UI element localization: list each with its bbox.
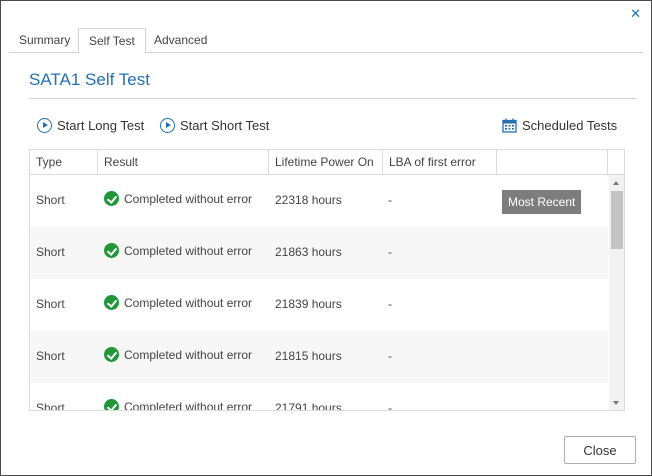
table-row[interactable]: Short Completed without error 21863 hour… — [30, 227, 608, 279]
column-header-lba[interactable]: LBA of first error — [383, 150, 497, 174]
scroll-up-arrow-icon[interactable] — [613, 181, 619, 185]
cell-power-on: 21839 hours — [275, 297, 342, 311]
table-body: Short Completed without error 22318 hour… — [30, 175, 608, 411]
start-short-test-label: Start Short Test — [180, 117, 270, 133]
cell-power-on: 21815 hours — [275, 349, 342, 363]
scrollbar-thumb[interactable] — [611, 191, 623, 249]
check-circle-icon — [104, 347, 119, 362]
check-circle-icon — [104, 399, 119, 410]
tab-advanced[interactable]: Advanced — [144, 28, 217, 53]
page-title: SATA1 Self Test — [29, 70, 150, 89]
start-long-test-button[interactable]: Start Long Test — [37, 116, 144, 134]
calendar-icon — [502, 118, 517, 133]
tab-bar: Summary Self Test Advanced — [9, 28, 643, 54]
cell-result-text: Completed without error — [124, 295, 253, 310]
table-row[interactable]: Short Completed without error 21839 hour… — [30, 279, 608, 331]
tab-summary[interactable]: Summary — [9, 28, 80, 53]
start-short-test-button[interactable]: Start Short Test — [160, 116, 269, 134]
scroll-down-arrow-icon[interactable] — [613, 401, 619, 405]
cell-power-on: 21863 hours — [275, 245, 342, 259]
cell-result-text: Completed without error — [124, 399, 253, 411]
cell-lba: - — [388, 245, 392, 259]
self-test-dialog: ✕ Summary Self Test Advanced SATA1 Self … — [0, 0, 652, 476]
table-header: Type Result Lifetime Power On LBA of fir… — [30, 150, 624, 175]
cell-type: Short — [36, 349, 65, 363]
cell-result: Completed without error — [104, 347, 252, 362]
cell-type: Short — [36, 193, 65, 207]
column-header-type[interactable]: Type — [30, 150, 98, 174]
cell-type: Short — [36, 297, 65, 311]
cell-lba: - — [388, 297, 392, 311]
check-circle-icon — [104, 191, 119, 206]
play-circle-icon — [37, 117, 52, 133]
table-row[interactable]: Short Completed without error 21791 hour… — [30, 383, 608, 411]
cell-power-on: 22318 hours — [275, 193, 342, 207]
tab-self-test[interactable]: Self Test — [78, 28, 146, 54]
cell-lba: - — [388, 401, 392, 411]
cell-lba: - — [388, 193, 392, 207]
most-recent-badge: Most Recent — [502, 190, 582, 214]
cell-lba: - — [388, 349, 392, 363]
table-row[interactable]: Short Completed without error 22318 hour… — [30, 175, 608, 227]
cell-power-on: 21791 hours — [275, 401, 342, 411]
scheduled-tests-button[interactable]: Scheduled Tests — [502, 116, 617, 134]
cell-result: Completed without error — [104, 399, 253, 411]
start-long-test-label: Start Long Test — [57, 117, 145, 133]
cell-result-text: Completed without error — [124, 347, 253, 362]
cell-result: Completed without error — [104, 295, 252, 310]
column-header-result[interactable]: Result — [98, 150, 269, 174]
cell-type: Short — [36, 245, 65, 259]
column-header-power-on[interactable]: Lifetime Power On — [269, 150, 383, 174]
column-header-extra — [497, 150, 608, 174]
vertical-scrollbar[interactable] — [609, 175, 624, 410]
self-test-table: Type Result Lifetime Power On LBA of fir… — [29, 149, 625, 411]
close-icon[interactable]: ✕ — [630, 7, 641, 22]
table-row[interactable]: Short Completed without error 21815 hour… — [30, 331, 608, 383]
check-circle-icon — [104, 243, 119, 258]
cell-result-text: Completed without error — [124, 243, 253, 258]
cell-result: Completed without error — [104, 191, 252, 206]
check-circle-icon — [104, 295, 119, 310]
cell-type: Short — [36, 401, 65, 411]
close-button[interactable]: Close — [564, 436, 636, 464]
scheduled-tests-label: Scheduled Tests — [522, 117, 618, 133]
title-divider — [29, 98, 637, 99]
cell-result-text: Completed without error — [124, 191, 253, 206]
cell-result: Completed without error — [104, 243, 252, 258]
play-circle-icon — [160, 117, 175, 133]
